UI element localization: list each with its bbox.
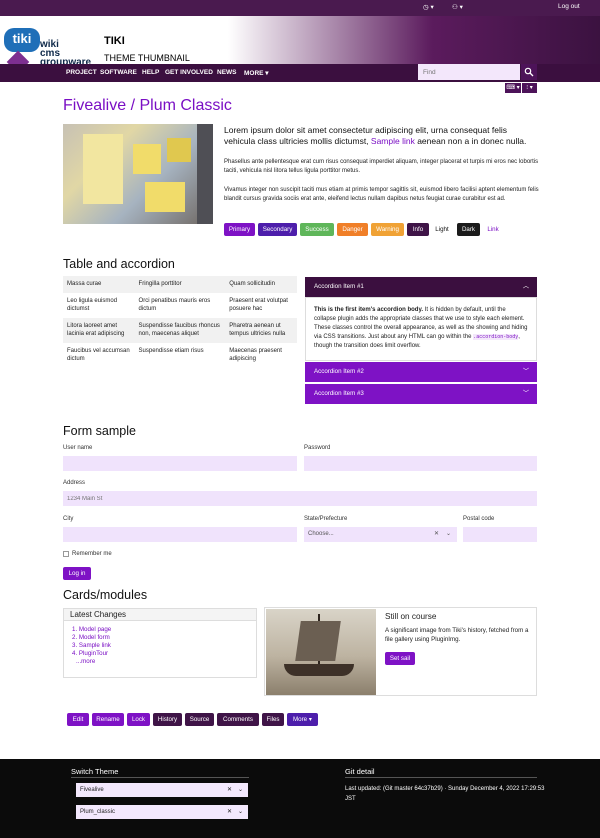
site-title: TIKI	[104, 35, 125, 47]
password-label: Password	[304, 445, 331, 451]
chevron-down-icon: ⌄	[237, 809, 243, 815]
search-icon	[524, 67, 534, 76]
card-title: Still on course	[385, 612, 437, 621]
paragraph-1: Phasellus ante pellentesque erat cum ris…	[224, 159, 539, 174]
comments-button[interactable]: Comments	[217, 713, 259, 726]
ship-image	[266, 609, 376, 695]
nav-get-involved[interactable]: GET INVOLVED	[165, 69, 213, 76]
history-button[interactable]: History	[153, 713, 182, 726]
latest-changes-title: Latest Changes	[64, 609, 256, 621]
logo-words: wiki cms groupware	[40, 39, 92, 68]
login-button[interactable]: Log in	[63, 567, 91, 580]
list-item[interactable]: 3. Sample link	[72, 642, 111, 650]
form-heading: Form sample	[63, 424, 136, 438]
username-field[interactable]	[63, 456, 297, 471]
lead-text: Lorem ipsum dolor sit amet consectetur a…	[224, 125, 527, 146]
more-actions-button[interactable]: More ▾	[287, 713, 318, 726]
switch-theme-title: Switch Theme	[71, 767, 119, 776]
chevron-down-icon: ﹀	[522, 368, 529, 375]
remember-checkbox[interactable]	[63, 551, 69, 557]
nav-more[interactable]: MORE ▾	[244, 69, 269, 77]
search-input[interactable]	[418, 64, 520, 80]
edit-button[interactable]: Edit	[67, 713, 89, 726]
chevron-up-icon: ︿	[522, 283, 529, 290]
remember-label: Remember me	[72, 551, 112, 557]
list-item[interactable]: 2. Model form	[72, 634, 111, 642]
hero-image	[63, 124, 213, 224]
light-button[interactable]: Light	[431, 223, 453, 236]
clear-icon[interactable]: ✕	[227, 783, 232, 797]
address-field[interactable]	[63, 491, 537, 506]
paragraph-2: Vivamus integer non suscipit taciti mus …	[224, 187, 539, 202]
top-bar: ◷ ▾ ⚇ ▾ Log out	[0, 0, 600, 16]
table-accordion-heading: Table and accordion	[63, 257, 175, 271]
clock-menu[interactable]: ◷ ▾	[423, 3, 434, 11]
users-menu[interactable]: ⚇ ▾	[452, 3, 463, 11]
rename-button[interactable]: Rename	[92, 713, 124, 726]
postal-field[interactable]	[463, 527, 537, 542]
address-label: Address	[63, 480, 86, 486]
more-menu-button[interactable]: ⁝ ▾	[522, 83, 537, 93]
password-field[interactable]	[304, 456, 537, 471]
danger-button[interactable]: Danger	[337, 223, 368, 236]
state-label: State/Prefecture	[304, 516, 348, 522]
success-button[interactable]: Success	[300, 223, 334, 236]
tiki-badge: tiki	[4, 28, 40, 52]
nav-help[interactable]: HELP	[142, 69, 159, 76]
table-row: Faucibus vel accumsan dictum Suspendisse …	[67, 347, 282, 363]
username-label: User name	[63, 445, 93, 451]
site-header: tiki wiki cms groupware TIKI THEME THUMB…	[0, 16, 600, 74]
secondary-button[interactable]: Secondary	[258, 223, 297, 236]
accordion-item-1[interactable]: Accordion Item #1 ︿	[305, 277, 537, 297]
accordion-body: This is the first item's accordion body.…	[305, 297, 537, 361]
table-row: Massa curae Fringilla porttitor Quam solli…	[63, 276, 297, 293]
card-text: A significant image from Tiki's history,…	[385, 627, 529, 643]
accordion-item-3[interactable]: Accordion Item #3 ﹀	[305, 384, 537, 404]
logout-link[interactable]: Log out	[558, 3, 580, 10]
latest-changes-card: Latest Changes 1. Model page 2. Model fo…	[63, 608, 257, 678]
sample-table: Massa curae Fringilla porttitor Quam solli…	[63, 276, 297, 368]
postal-label: Postal code	[463, 516, 495, 522]
list-item[interactable]: 4. PluginTour	[72, 650, 111, 658]
primary-button[interactable]: Primary	[224, 223, 255, 236]
search-button[interactable]	[521, 64, 537, 80]
set-sail-button[interactable]: Set sail	[385, 652, 415, 665]
lock-button[interactable]: Lock	[127, 713, 150, 726]
chevron-down-icon: ﹀	[522, 390, 529, 397]
nav-software[interactable]: SOFTWARE	[100, 69, 137, 76]
warning-button[interactable]: Warning	[371, 223, 404, 236]
clear-icon[interactable]: ✕	[227, 805, 232, 819]
cards-heading: Cards/modules	[63, 588, 148, 602]
nav-project[interactable]: PROJECT	[66, 69, 97, 76]
link-button[interactable]: Link	[483, 223, 503, 236]
source-button[interactable]: Source	[185, 713, 214, 726]
page-title: Fivealive / Plum Classic	[63, 97, 232, 114]
sample-link[interactable]: Sample link	[371, 136, 415, 146]
clear-icon[interactable]: ✕	[434, 527, 439, 542]
theme-option-select[interactable]: Plum_classic ✕ ⌄	[76, 805, 248, 819]
files-button[interactable]: Files	[262, 713, 284, 726]
chevron-down-icon: ⌄	[237, 787, 243, 793]
city-field[interactable]	[63, 527, 297, 542]
city-label: City	[63, 516, 74, 522]
more-link[interactable]: ...more	[72, 658, 111, 666]
git-detail-text: Last updated: (Git master 64c37b29) · Su…	[345, 786, 545, 802]
table-row: Leo ligula euismod dictumst Orci penatibu…	[67, 297, 288, 313]
info-button[interactable]: Info	[407, 223, 429, 236]
list-item[interactable]: 1. Model page	[72, 626, 111, 634]
nav-news[interactable]: NEWS	[217, 69, 237, 76]
accordion-item-2[interactable]: Accordion Item #2 ﹀	[305, 362, 537, 382]
table-row: Litora laoreet amet lacinia erat adipisc…	[63, 317, 297, 343]
state-select[interactable]: Choose... ✕ ⌄	[304, 527, 457, 542]
keyboard-menu-button[interactable]: ⌨ ▾	[505, 83, 521, 93]
site-subtitle: THEME THUMBNAIL	[104, 53, 190, 63]
dark-button[interactable]: Dark	[457, 223, 480, 236]
theme-select[interactable]: Fivealive ✕ ⌄	[76, 783, 248, 797]
git-detail-title: Git detail	[345, 767, 375, 776]
chevron-down-icon: ⌄	[445, 531, 451, 537]
